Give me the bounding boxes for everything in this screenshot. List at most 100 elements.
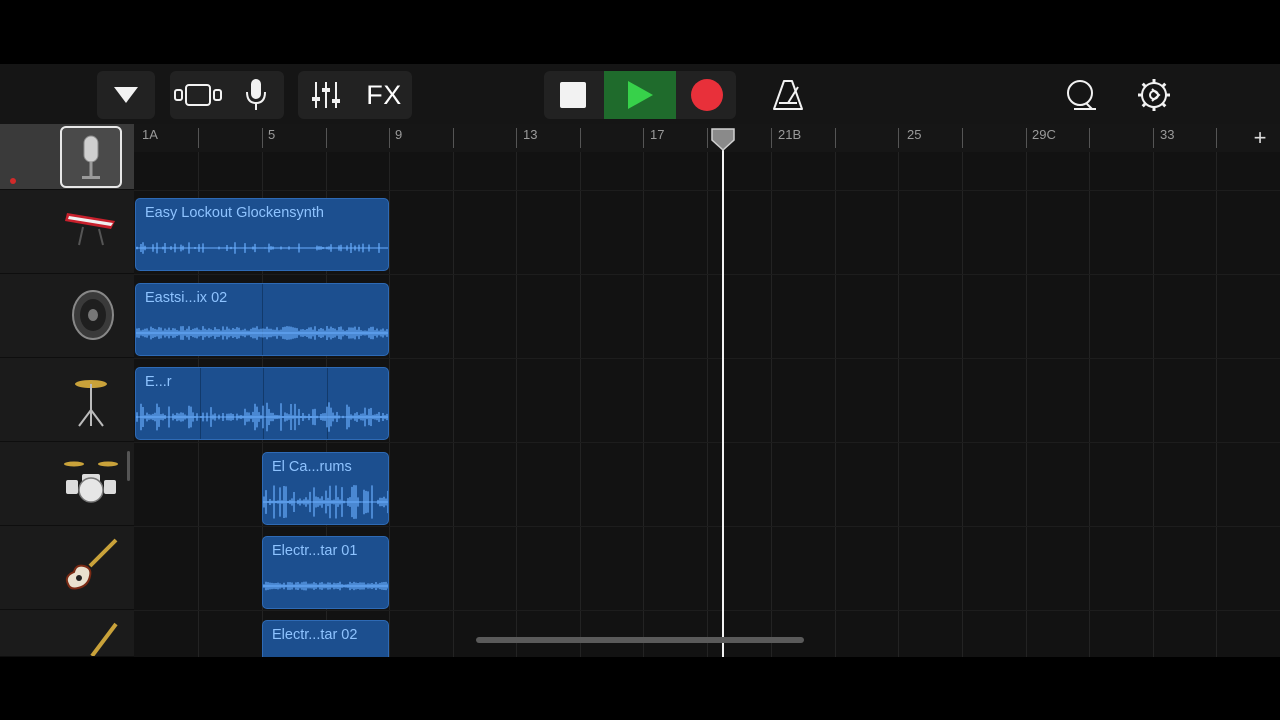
waveform <box>263 485 388 519</box>
track-header-guitar[interactable] <box>0 610 134 657</box>
ruler-tick <box>707 128 708 148</box>
ruler-marker: 13 <box>523 127 538 142</box>
ruler-marker: 17 <box>650 127 665 142</box>
grid-line <box>835 152 836 657</box>
region-electric-guitar-01[interactable]: Electr...tar 01 <box>262 536 389 609</box>
track-header-audio-recorder[interactable] <box>0 124 134 190</box>
mixer-icon <box>312 82 340 108</box>
ruler-tick <box>962 128 963 148</box>
ruler-tick <box>198 128 199 148</box>
row-divider <box>134 442 1280 443</box>
ruler-marker: 29C <box>1032 127 1056 142</box>
ruler-tick <box>1026 128 1027 148</box>
region-glockensynth[interactable]: Easy Lockout Glockensynth <box>135 198 389 271</box>
metronome-button[interactable] <box>760 71 816 119</box>
track-header-keyboard[interactable] <box>0 190 134 274</box>
waveform <box>263 581 388 591</box>
cymbal-icon <box>62 372 120 430</box>
settings-button[interactable] <box>1126 71 1182 119</box>
grid-line <box>898 152 899 657</box>
waveform <box>136 402 388 432</box>
region-cymbal-loop[interactable]: E...r <box>135 367 389 440</box>
row-divider <box>134 610 1280 611</box>
row-divider <box>134 274 1280 275</box>
garageband-tracks-view: FX 1A 5 9 13 17 21B 25 29C 33 + Easy Loc… <box>0 64 1280 657</box>
speaker-icon <box>62 286 120 344</box>
control-bar: FX <box>0 64 1280 124</box>
record-icon <box>691 79 723 111</box>
loop-icon <box>1067 80 1096 110</box>
ruler-marker: 5 <box>268 127 276 142</box>
row-divider <box>134 526 1280 527</box>
horizontal-scrollbar[interactable] <box>476 637 804 643</box>
record-enable-indicator <box>10 178 16 184</box>
ruler-marker: 1A <box>142 127 158 142</box>
grid-line <box>1216 152 1217 657</box>
browser-icon <box>174 84 222 106</box>
region-eastside-mix[interactable]: Eastsi...ix 02 <box>135 283 389 356</box>
region-label: Eastsi...ix 02 <box>145 290 228 306</box>
ruler-tick <box>453 128 454 148</box>
ruler-tick <box>389 128 390 148</box>
row-divider <box>134 190 1280 191</box>
track-view-menu-button[interactable] <box>97 71 155 119</box>
letterbox-top <box>0 0 1280 64</box>
ruler-tick <box>516 128 517 148</box>
play-icon <box>628 81 653 109</box>
grid-line <box>389 152 390 657</box>
region-label: El Ca...rums <box>272 459 352 475</box>
region-electric-guitar-02[interactable]: Electr...tar 02 <box>262 620 389 657</box>
letterbox-bottom <box>0 657 1280 720</box>
keyboard-synth-icon <box>62 198 120 256</box>
microphone-button[interactable] <box>228 71 284 119</box>
grid-line <box>1026 152 1027 657</box>
playhead-handle[interactable] <box>711 128 735 152</box>
track-view-menu-icon <box>114 87 138 103</box>
fx-label: FX <box>366 79 402 110</box>
ruler-marker: 25 <box>907 127 922 142</box>
play-button[interactable] <box>604 71 676 119</box>
track-header-drums[interactable] <box>0 442 134 526</box>
record-button[interactable] <box>678 71 736 119</box>
region-label: Electr...tar 02 <box>272 627 358 643</box>
browser-button[interactable] <box>170 71 226 119</box>
track-header-speaker[interactable] <box>0 274 134 358</box>
mixer-button[interactable] <box>298 71 354 119</box>
add-track-button[interactable]: + <box>1250 126 1270 150</box>
region-label: E...r <box>145 374 172 390</box>
grid-line <box>580 152 581 657</box>
loop-browser-button[interactable] <box>1052 71 1108 119</box>
region-label: Electr...tar 01 <box>272 543 358 559</box>
ruler-tick <box>1153 128 1154 148</box>
grid-line <box>1089 152 1090 657</box>
grid-line <box>453 152 454 657</box>
playhead-line <box>722 144 724 657</box>
fx-button[interactable]: FX <box>356 71 412 119</box>
track-header-cymbal[interactable] <box>0 358 134 442</box>
electric-guitar-icon <box>62 536 120 594</box>
waveform <box>136 242 388 254</box>
ruler-tick <box>326 128 327 148</box>
ruler-tick <box>771 128 772 148</box>
grid-line <box>643 152 644 657</box>
microphone-icon <box>60 126 122 188</box>
settings-icon <box>1138 79 1170 111</box>
ruler-tick <box>1089 128 1090 148</box>
grid-line <box>707 152 708 657</box>
microphone-icon <box>246 79 266 110</box>
ruler-marker: 33 <box>1160 127 1175 142</box>
region-el-camino-drums[interactable]: El Ca...rums <box>262 452 389 525</box>
ruler-tick <box>580 128 581 148</box>
guitar-icon <box>62 614 120 657</box>
ruler-tick <box>262 128 263 148</box>
grid-line <box>962 152 963 657</box>
track-header-electric-guitar[interactable] <box>0 526 134 610</box>
stop-button[interactable] <box>544 71 602 119</box>
stop-icon <box>560 82 586 108</box>
timeline-ruler[interactable]: 1A 5 9 13 17 21B 25 29C 33 <box>134 124 1280 152</box>
region-label: Easy Lockout Glockensynth <box>145 205 324 221</box>
drum-kit-icon <box>62 452 120 510</box>
ruler-tick <box>643 128 644 148</box>
ruler-marker: 9 <box>395 127 403 142</box>
ruler-tick <box>898 128 899 148</box>
